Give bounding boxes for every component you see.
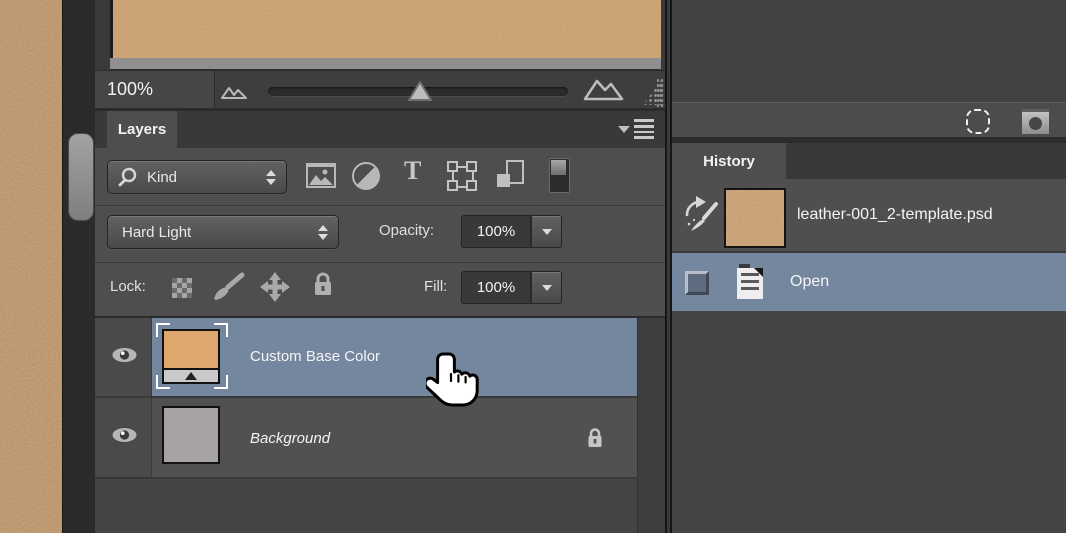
- opacity-label: Opacity:: [379, 222, 435, 239]
- layer-thumbnail-fill[interactable]: [162, 329, 220, 384]
- layer-list-scrollbar[interactable]: [637, 318, 665, 533]
- photoshop-workspace: 100% Layers Kind T Hard Light Opacity: 1…: [0, 0, 1066, 533]
- document-canvas-leather-texture: [0, 0, 62, 533]
- lock-transparent-pixels-icon[interactable]: [172, 278, 192, 298]
- thumb-bracket: [214, 323, 228, 337]
- filter-pixel-layers-icon[interactable]: [306, 163, 336, 188]
- selection-dashed-icon[interactable]: [966, 109, 990, 134]
- upper-panel-toolbar: [672, 102, 1066, 137]
- panel-divider-grip: [656, 78, 664, 108]
- history-state-label[interactable]: Open: [790, 273, 829, 291]
- fill-label: Fill:: [424, 278, 448, 295]
- zoom-in-icon[interactable]: [583, 76, 625, 102]
- layers-tab-bar: [95, 111, 665, 148]
- menu-lines: [634, 119, 654, 139]
- thumb-bracket: [214, 375, 228, 389]
- history-brush-well[interactable]: [685, 271, 709, 295]
- layer-locked-icon: [588, 428, 602, 447]
- history-snapshot-thumbnail[interactable]: [724, 188, 786, 248]
- filter-shape-layers-icon[interactable]: [447, 161, 477, 191]
- thumb-bracket: [156, 375, 170, 389]
- lock-all-icon[interactable]: [311, 270, 335, 298]
- fill-dropdown-button[interactable]: [531, 271, 562, 304]
- filter-type-layers-icon[interactable]: T: [404, 158, 421, 184]
- tab-history[interactable]: History: [672, 143, 786, 179]
- opacity-value: 100%: [476, 223, 516, 240]
- blend-mode-value: Hard Light: [122, 223, 192, 241]
- fill-value: 100%: [476, 279, 516, 296]
- lock-label: Lock:: [110, 278, 146, 295]
- panel-resize-handle[interactable]: [68, 133, 94, 221]
- row-separator: [95, 477, 637, 479]
- lock-image-pixels-icon[interactable]: [210, 271, 246, 303]
- history-brush-source-icon[interactable]: [682, 194, 720, 234]
- opacity-value-field[interactable]: 100%: [461, 215, 531, 248]
- tab-layers[interactable]: Layers: [107, 111, 177, 148]
- history-snapshot-name[interactable]: leather-001_2-template.psd: [797, 206, 993, 224]
- panel-divider[interactable]: [665, 0, 672, 533]
- menu-triangle: [618, 125, 630, 133]
- filter-smart-objects-icon[interactable]: [497, 160, 527, 190]
- layers-tab-label: Layers: [117, 121, 167, 138]
- history-tab-label: History: [703, 152, 755, 170]
- dropdown-arrows-icon: [318, 224, 328, 240]
- mask-circle-icon: [1029, 116, 1042, 130]
- filter-toggle-switch-icon[interactable]: [549, 158, 570, 193]
- navigator-zoom-value: 100%: [107, 79, 154, 99]
- dropdown-arrows-icon: [266, 169, 276, 185]
- layer-row-background[interactable]: Background: [95, 398, 637, 477]
- fill-layer-slider-strip: [164, 368, 218, 382]
- hand-cursor-icon: [426, 352, 479, 407]
- search-icon: [118, 167, 137, 187]
- navigator-zoom-field[interactable]: 100%: [95, 71, 215, 108]
- filter-adjustment-layers-icon[interactable]: [352, 162, 380, 190]
- layer-name[interactable]: Background: [250, 430, 330, 447]
- kind-filter-label: Kind: [147, 168, 178, 186]
- layers-panel-menu-icon[interactable]: [618, 118, 658, 140]
- caret-down-icon: [541, 228, 552, 235]
- navigator-preview-image[interactable]: [110, 0, 661, 58]
- lock-position-icon[interactable]: [259, 271, 291, 303]
- opacity-dropdown-button[interactable]: [531, 215, 562, 248]
- zoom-out-icon[interactable]: [220, 82, 250, 100]
- zoom-slider-thumb[interactable]: [406, 80, 434, 103]
- eye-icon[interactable]: [111, 346, 138, 364]
- layer-filter-kind-dropdown[interactable]: Kind: [107, 160, 287, 194]
- mask-button[interactable]: [1022, 109, 1049, 134]
- thumb-bracket: [156, 323, 170, 337]
- layer-row-custom-base-color[interactable]: Custom Base Color: [95, 318, 637, 396]
- history-state-open-row[interactable]: [672, 253, 1066, 311]
- layer-thumbnail-image[interactable]: [162, 406, 220, 464]
- blend-mode-dropdown[interactable]: Hard Light: [107, 215, 339, 249]
- document-state-icon: [737, 264, 765, 300]
- caret-down-icon: [541, 284, 552, 291]
- history-empty-area: [672, 311, 1066, 533]
- layer-name[interactable]: Custom Base Color: [250, 348, 380, 365]
- eye-icon[interactable]: [111, 426, 138, 444]
- fill-value-field[interactable]: 100%: [461, 271, 531, 304]
